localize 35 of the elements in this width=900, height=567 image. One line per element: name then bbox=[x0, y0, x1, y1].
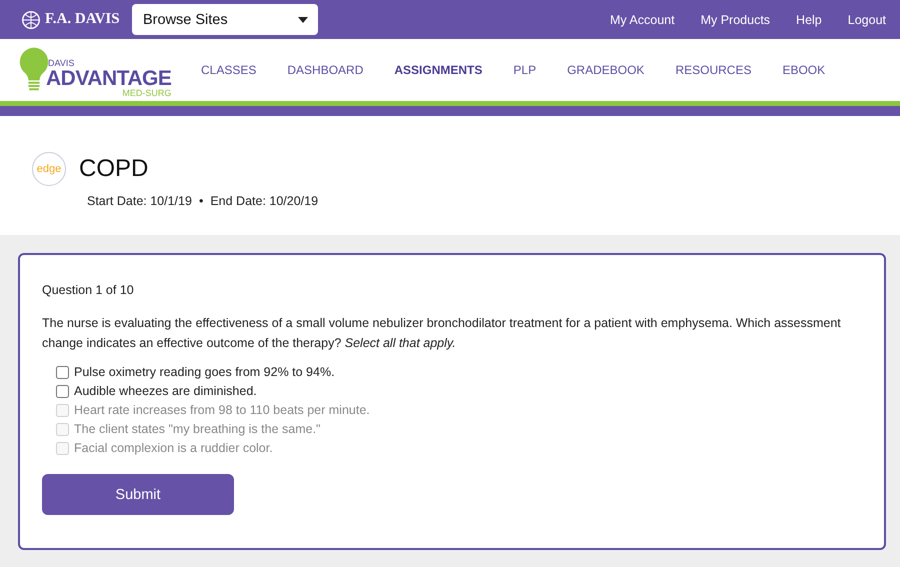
publisher-logo[interactable]: F.A. DAVIS bbox=[20, 8, 132, 30]
nav-tab[interactable]: PLP bbox=[513, 63, 536, 77]
top-link[interactable]: My Account bbox=[610, 12, 675, 26]
nav-tab[interactable]: GRADEBOOK bbox=[567, 63, 644, 77]
edge-badge: edge bbox=[32, 152, 66, 186]
nav-tab[interactable]: EBOOK bbox=[782, 63, 826, 77]
question-counter: Question 1 of 10 bbox=[42, 283, 135, 297]
top-link[interactable]: My Products bbox=[700, 12, 770, 26]
globe-icon bbox=[20, 8, 42, 30]
logo-text: DAVIS bbox=[48, 59, 76, 68]
answer-label: Heart rate increases from 98 to 110 beats per minute. bbox=[74, 403, 370, 417]
site-select[interactable]: Browse Sites bbox=[132, 4, 318, 35]
top-link[interactable]: Logout bbox=[848, 12, 886, 26]
answer-label: Pulse oximetry reading goes from 92% to 94%. bbox=[74, 365, 335, 379]
caret-icon bbox=[298, 16, 308, 22]
logo-text: MED-SURG bbox=[122, 89, 172, 98]
answer-label: Audible wheezes are diminished. bbox=[74, 384, 257, 398]
product-logo[interactable]: DAVIS ADVANTAGE MED-SURG bbox=[18, 42, 201, 98]
answer-label: The client states "my breathing is the same." bbox=[74, 422, 320, 436]
answer-checkbox[interactable] bbox=[56, 366, 69, 378]
nav-tab[interactable]: RESOURCES bbox=[675, 63, 752, 77]
end-date: End Date: 10/20/19 bbox=[210, 194, 318, 208]
nav-tab[interactable]: CLASSES bbox=[201, 63, 256, 77]
answer-checkbox[interactable] bbox=[56, 384, 69, 398]
date-separator: • bbox=[198, 194, 204, 208]
assignment-title: COPD bbox=[79, 155, 148, 183]
answer-label: Facial complexion is a ruddier color. bbox=[74, 441, 273, 455]
nav-tab[interactable]: DASHBOARD bbox=[287, 63, 364, 77]
nav-tab[interactable]: ASSIGNMENTS bbox=[394, 63, 482, 77]
top-link[interactable]: Help bbox=[796, 12, 822, 26]
logo-text: ADVANTAGE bbox=[46, 68, 172, 89]
publisher-name: F.A. DAVIS bbox=[45, 11, 120, 28]
question-text: The nurse is evaluating the effectiveness of a small volume nebulizer bronchodilator treatment for a patient with emphysema. Which assessment change indicates an effective outcome of the therapy? Select all that apply. bbox=[42, 315, 842, 352]
submit-button[interactable]: Submit bbox=[42, 474, 234, 515]
start-date: Start Date: 10/1/19 bbox=[87, 194, 192, 208]
